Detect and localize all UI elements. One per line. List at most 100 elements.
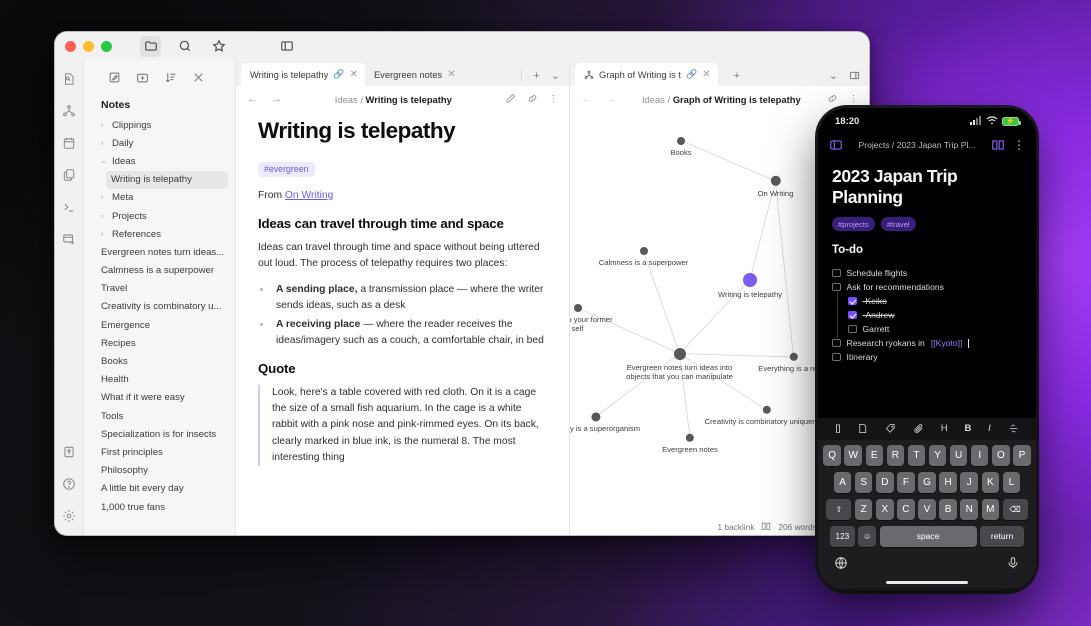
forward-button[interactable]: → [271,93,282,105]
note-list-item[interactable]: › Daily [84,134,235,152]
back-button[interactable]: ← [247,93,258,105]
note-list-item[interactable]: Emergence [84,316,235,334]
keyboard-row-1[interactable]: QWERTYUIOP [821,444,1033,466]
chevron-down-icon[interactable]: ⌄ [101,157,107,165]
todo-item[interactable]: Research ryokans in [[Kyoto]] [832,336,1022,350]
note-list-item[interactable]: › Clippings [84,116,235,134]
checkbox-unchecked[interactable] [832,282,841,292]
key-u[interactable]: U [949,444,968,466]
note-list-items[interactable]: › Clippings › Daily ⌄ Ideas Writing is telepat… [84,116,235,535]
key-return[interactable]: return [980,525,1025,547]
breadcrumb[interactable]: Projects / 2023 Japan Trip Pl... [851,140,983,150]
sidebar-toggle-icon[interactable] [829,138,843,152]
graph-node[interactable] [673,347,686,360]
note-list-item[interactable]: › References [84,225,235,243]
tag-icon[interactable] [885,423,896,434]
key-p[interactable]: P [1013,444,1031,466]
note-list-item[interactable]: What if it were easy [84,389,235,407]
forward-button[interactable]: → [605,93,616,105]
key-w[interactable]: W [844,444,862,466]
keyboard-row-4[interactable]: 123 ☺ space return [821,525,1033,547]
note-list-item[interactable]: Health [84,371,235,389]
todo-item[interactable]: Schedule flights [832,266,1022,280]
chevron-right-icon[interactable]: › [101,231,107,238]
note-list-item[interactable]: › Meta [84,189,235,207]
key-b[interactable]: B [939,498,957,520]
breadcrumb[interactable]: Ideas / Writing is telepathy [282,94,505,105]
link-icon[interactable] [527,93,538,106]
note-list-item[interactable]: › Projects [84,207,235,225]
chevron-right-icon[interactable]: › [101,194,107,201]
note-list-item[interactable]: Evergreen notes turn ideas... [84,243,235,261]
key-i[interactable]: I [970,444,989,466]
key-emoji[interactable]: ☺ [858,525,876,547]
key-x[interactable]: X [876,498,894,520]
note-list-item[interactable]: Specialization is for insects [84,425,235,443]
checkbox-checked[interactable] [848,310,857,320]
key-f[interactable]: F [897,471,915,493]
reading-view-icon[interactable] [991,138,1005,152]
todo-item[interactable]: Itinerary [832,350,1022,364]
key-c[interactable]: C [897,498,915,520]
phone-note-body[interactable]: 2023 Japan Trip Planning #projects #trave… [818,158,1036,418]
todo-item[interactable]: -Andrew [832,306,1022,324]
note-icon[interactable] [857,423,868,434]
folder-icon[interactable] [140,35,161,57]
key-h[interactable]: H [939,471,957,493]
sidebar-toggle-icon[interactable] [276,36,297,57]
note-search-icon[interactable] [62,71,77,86]
note-list-item[interactable]: Books [84,352,235,370]
note-document[interactable]: Writing is telepathy #evergreen From On … [236,112,569,535]
chevron-right-icon[interactable]: › [101,140,107,147]
key-n[interactable]: N [960,498,978,520]
brackets-icon[interactable]: [] [835,423,840,434]
backlink-count[interactable]: 1 backlink [718,522,755,532]
settings-icon[interactable] [62,508,77,523]
key-numbers[interactable]: 123 [829,525,855,547]
keyboard-accessory-bar[interactable]: [] H B I [818,418,1036,440]
checkbox-unchecked[interactable] [832,338,841,348]
breadcrumb-folder[interactable]: Ideas [642,94,665,105]
back-button[interactable]: ← [581,93,592,105]
note-list-item-selected[interactable]: Writing is telepathy [106,170,228,189]
close-window-button[interactable] [65,40,76,52]
key-q[interactable]: Q [823,444,841,466]
todo-item[interactable]: Ask for recommendations [832,280,1022,294]
key-s[interactable]: S [854,471,873,493]
note-list-item[interactable]: Philosophy [84,462,235,480]
tag-chip[interactable]: #travel [880,217,916,231]
internal-link-on-writing[interactable]: On Writing [285,190,333,201]
checkbox-unchecked[interactable] [832,268,841,278]
note-list-item[interactable]: Creativity is combinatory u... [84,298,235,316]
search-icon[interactable] [174,36,195,57]
key-d[interactable]: D [876,471,894,493]
note-list-item[interactable]: ⌄ Ideas [84,152,235,170]
italic-icon[interactable]: I [988,423,991,434]
wiki-link[interactable]: [[Kyoto]] [931,338,963,348]
note-list-item[interactable]: 1,000 true fans [84,498,235,516]
key-a[interactable]: A [833,471,852,493]
more-options-button[interactable]: ⋮ [849,93,858,106]
key-e[interactable]: E [865,444,884,466]
graph-node[interactable] [639,247,648,256]
right-sidebar-toggle-icon[interactable] [849,70,860,81]
edit-pencil-icon[interactable] [505,93,516,106]
new-pane-icon[interactable] [62,231,77,246]
minimize-window-button[interactable] [83,40,94,52]
calendar-icon[interactable] [62,135,77,150]
maximize-window-button[interactable] [101,40,112,52]
graph-icon[interactable] [62,103,77,118]
key-m[interactable]: M [981,498,1000,520]
key-o[interactable]: O [992,444,1010,466]
collapse-icon[interactable] [192,71,205,89]
new-tab-button[interactable]: + [734,70,740,82]
key-y[interactable]: Y [928,444,947,466]
globe-icon[interactable] [834,556,848,575]
paperclip-icon[interactable] [913,423,924,434]
key-r[interactable]: R [886,444,905,466]
link-icon[interactable] [827,93,838,106]
note-list-item[interactable]: First principles [84,443,235,461]
keyboard-row-2[interactable]: ASDFGHJKL [821,471,1033,493]
window-traffic-lights[interactable] [65,40,112,52]
key-v[interactable]: V [918,498,936,520]
